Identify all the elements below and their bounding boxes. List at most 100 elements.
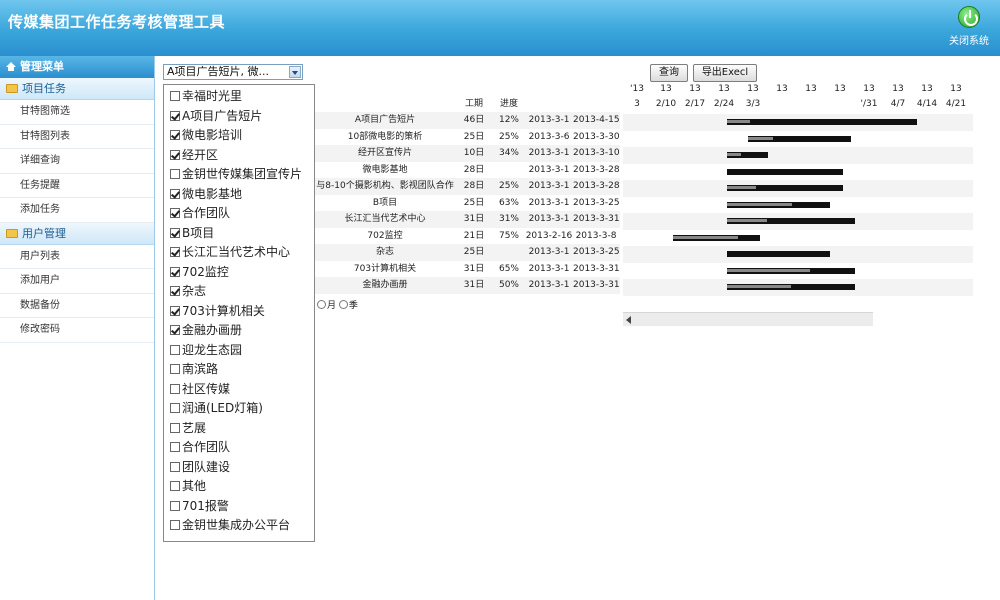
- dropdown-option[interactable]: 金钥世传媒集团宣传片: [164, 165, 314, 185]
- checkbox-unchecked[interactable]: [170, 481, 180, 491]
- checkbox-checked[interactable]: [170, 188, 180, 199]
- dropdown-option-label[interactable]: 金钥世集成办公平台: [182, 518, 290, 532]
- sidebar-item-detail-query[interactable]: 详细查询: [0, 149, 154, 174]
- checkbox-unchecked[interactable]: [170, 169, 180, 179]
- close-system-label[interactable]: 关闭系统: [944, 32, 994, 47]
- dropdown-option-label[interactable]: 杂志: [182, 284, 206, 298]
- project-select[interactable]: A项目广告短片, 微...: [163, 64, 303, 80]
- dropdown-option-label[interactable]: 金钥世传媒集团宣传片: [182, 167, 302, 181]
- gantt-horizontal-scrollbar[interactable]: [623, 312, 873, 326]
- checkbox-unchecked[interactable]: [170, 520, 180, 530]
- dropdown-option[interactable]: 社区传媒: [164, 380, 314, 400]
- checkbox-checked[interactable]: [170, 286, 180, 296]
- dropdown-option[interactable]: 微电影培训: [164, 126, 314, 146]
- table-row[interactable]: 微电影基地 28日 2013-3-1 2013-3-28: [315, 161, 620, 178]
- gantt-bar[interactable]: [726, 152, 769, 158]
- gantt-bar[interactable]: [747, 135, 852, 142]
- dropdown-option[interactable]: 701报警: [164, 497, 314, 517]
- group-label[interactable]: 用户管理: [22, 227, 66, 240]
- dropdown-option[interactable]: B项目: [164, 224, 314, 244]
- dropdown-option-label[interactable]: 社区传媒: [182, 382, 230, 396]
- table-row[interactable]: 长江汇当代艺术中心 31日 31% 2013-3-1 2013-3-31: [315, 211, 620, 228]
- checkbox-checked[interactable]: [170, 110, 180, 121]
- dropdown-option-label[interactable]: B项目: [182, 226, 214, 240]
- checkbox-unchecked[interactable]: [170, 383, 180, 394]
- dropdown-option-label[interactable]: 幸福时光里: [182, 89, 242, 103]
- dropdown-option-label[interactable]: 合作团队: [182, 440, 230, 454]
- dropdown-option[interactable]: 艺展: [164, 419, 314, 439]
- table-row[interactable]: 703计算机相关 31日 65% 2013-3-1 2013-3-31: [315, 260, 620, 277]
- sidebar-item-add-task[interactable]: 添加任务: [0, 198, 154, 223]
- sidebar-item-gantt-filter[interactable]: 甘特图筛选: [0, 100, 154, 125]
- dropdown-option[interactable]: 702监控: [164, 263, 314, 283]
- gantt-bar[interactable]: [726, 267, 856, 274]
- checkbox-unchecked[interactable]: [170, 500, 180, 511]
- dropdown-option-label[interactable]: 迎龙生态园: [182, 343, 242, 357]
- dropdown-option-label[interactable]: A项目广告短片: [182, 109, 262, 123]
- checkbox-checked[interactable]: [170, 130, 180, 140]
- dropdown-option[interactable]: 润通(LED灯箱): [164, 399, 314, 419]
- dropdown-option[interactable]: 703计算机相关: [164, 302, 314, 322]
- dropdown-option[interactable]: 南滨路: [164, 360, 314, 380]
- checkbox-unchecked[interactable]: [170, 91, 180, 101]
- dropdown-option[interactable]: 合作团队: [164, 438, 314, 458]
- dropdown-option-label[interactable]: 701报警: [182, 499, 229, 513]
- sidebar-item-user-list[interactable]: 用户列表: [0, 245, 154, 269]
- table-row[interactable]: 702监控 21日 75% 2013-2-16 2013-3-8: [315, 227, 620, 244]
- radio-season-label[interactable]: 季: [349, 301, 358, 311]
- radio-month[interactable]: [317, 300, 326, 309]
- dropdown-option[interactable]: 团队建设: [164, 458, 314, 478]
- dropdown-option-label[interactable]: 微电影培训: [182, 128, 242, 142]
- dropdown-option-label[interactable]: 经开区: [182, 148, 218, 162]
- sidebar-group-users[interactable]: 用户管理: [0, 222, 154, 245]
- dropdown-option[interactable]: 合作团队: [164, 204, 314, 224]
- dropdown-option-label[interactable]: 合作团队: [182, 206, 230, 220]
- dropdown-option[interactable]: 金融办画册: [164, 321, 314, 341]
- sidebar-item-data-backup[interactable]: 数据备份: [0, 294, 154, 318]
- gantt-bar[interactable]: [726, 168, 843, 175]
- table-row[interactable]: 10部微电影的策析 25日 25% 2013-3-6 2013-3-30: [315, 128, 620, 145]
- dropdown-option-label[interactable]: 703计算机相关: [182, 304, 265, 318]
- dropdown-option[interactable]: 金钥世集成办公平台: [164, 516, 314, 536]
- sidebar-group-tasks[interactable]: 项目任务: [0, 78, 154, 100]
- table-row[interactable]: 经开区宣传片 10日 34% 2013-3-1 2013-3-10: [315, 145, 620, 162]
- checkbox-checked[interactable]: [170, 208, 180, 218]
- scroll-left-icon[interactable]: [626, 316, 631, 324]
- checkbox-unchecked[interactable]: [170, 344, 180, 355]
- checkbox-unchecked[interactable]: [170, 364, 180, 374]
- dropdown-option[interactable]: 长江汇当代艺术中心: [164, 243, 314, 263]
- dropdown-option-label[interactable]: 702监控: [182, 265, 229, 279]
- dropdown-option[interactable]: 微电影基地: [164, 185, 314, 205]
- gantt-bar[interactable]: [726, 218, 856, 224]
- dropdown-option-label[interactable]: 长江汇当代艺术中心: [182, 245, 290, 259]
- checkbox-checked[interactable]: [170, 247, 180, 257]
- dropdown-option-label[interactable]: 润通(LED灯箱): [182, 401, 263, 415]
- dropdown-option-label[interactable]: 微电影基地: [182, 187, 242, 201]
- checkbox-checked[interactable]: [170, 305, 180, 316]
- checkbox-unchecked[interactable]: [170, 422, 180, 433]
- dropdown-option-label[interactable]: 其他: [182, 479, 206, 493]
- dropdown-option[interactable]: 幸福时光里: [164, 87, 314, 107]
- checkbox-checked[interactable]: [170, 227, 180, 238]
- radio-month-label[interactable]: 月: [327, 301, 336, 311]
- sidebar-item-change-password[interactable]: 修改密码: [0, 318, 154, 343]
- table-row[interactable]: 与8-10个摄影机构、影视团队合作 28日 25% 2013-3-1 2013-3-28: [315, 178, 620, 195]
- sidebar-item-add-user[interactable]: 添加用户: [0, 269, 154, 294]
- sidebar-item-gantt-list[interactable]: 甘特图列表: [0, 125, 154, 149]
- checkbox-checked[interactable]: [170, 149, 180, 160]
- export-excel-button[interactable]: 导出Execl: [693, 64, 757, 82]
- dropdown-option-label[interactable]: 南滨路: [182, 362, 218, 376]
- gantt-bar[interactable]: [726, 284, 856, 290]
- gantt-bar[interactable]: [673, 234, 760, 241]
- query-button[interactable]: 查询: [650, 64, 688, 82]
- dropdown-option-label[interactable]: 艺展: [182, 421, 206, 435]
- dropdown-option-label[interactable]: 金融办画册: [182, 323, 242, 337]
- table-row[interactable]: B项目 25日 63% 2013-3-1 2013-3-25: [315, 194, 620, 211]
- checkbox-unchecked[interactable]: [170, 403, 180, 413]
- group-label[interactable]: 项目任务: [22, 82, 66, 95]
- checkbox-unchecked[interactable]: [170, 461, 180, 472]
- dropdown-option[interactable]: 杂志: [164, 282, 314, 302]
- sidebar-item-task-reminder[interactable]: 任务提醒: [0, 174, 154, 198]
- dropdown-option[interactable]: 其他: [164, 477, 314, 497]
- gantt-bar[interactable]: [726, 119, 918, 125]
